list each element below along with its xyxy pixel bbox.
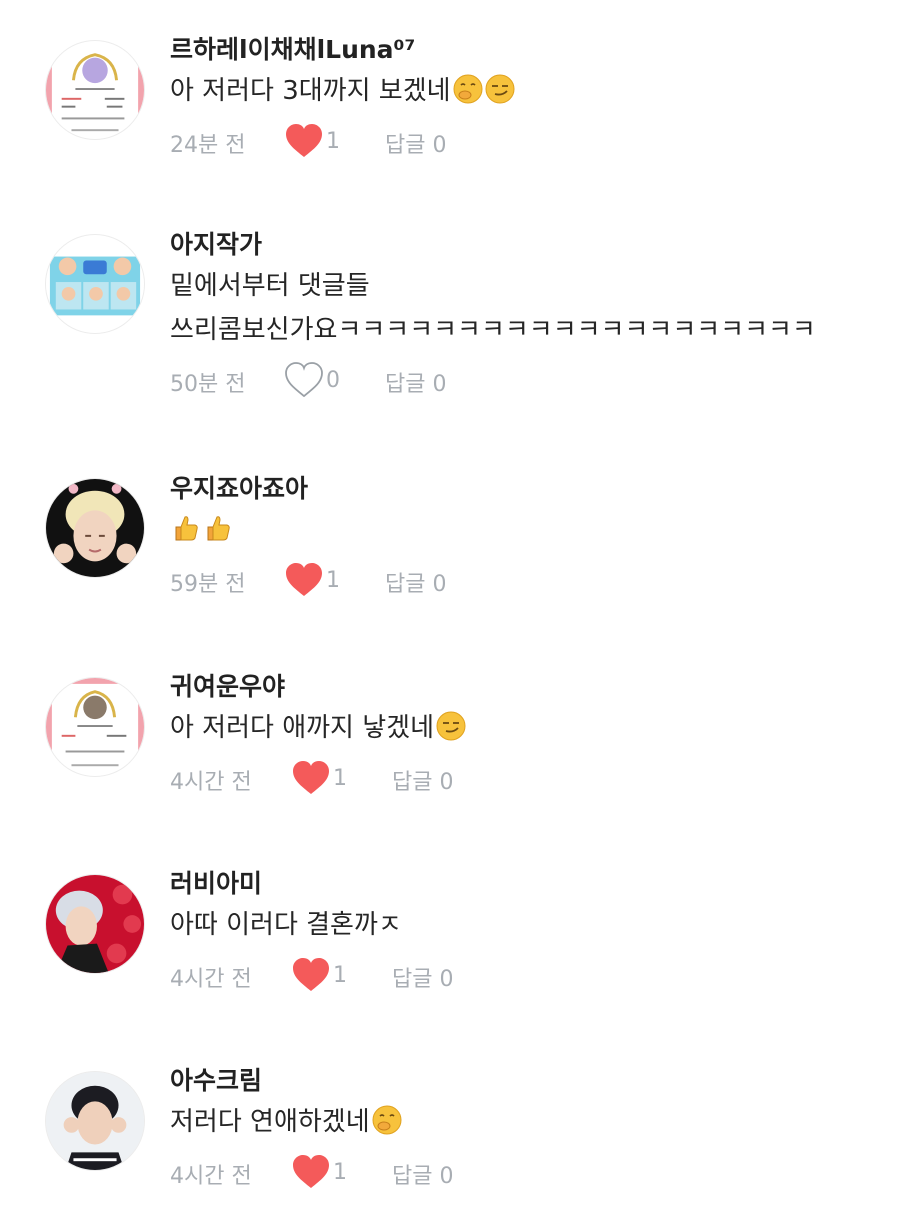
username[interactable]: 우지죠아죠아: [170, 474, 895, 504]
avatar[interactable]: [45, 40, 145, 140]
timestamp: 24분 전: [170, 133, 246, 158]
like-count: 1: [326, 567, 340, 593]
comment-meta: 4시간 전 1 답글 0: [170, 1150, 895, 1194]
avatar[interactable]: [45, 234, 145, 334]
comment-text: 아 저러다 애까지 낳겠네: [170, 706, 895, 750]
like-button[interactable]: 1: [284, 119, 340, 163]
avatar[interactable]: [45, 677, 145, 777]
comment-text: 저러다 연애하겠네: [170, 1100, 895, 1144]
reply-button[interactable]: 답글 0: [385, 566, 446, 598]
shushing-face-emoji: [453, 74, 483, 104]
heart-outline-icon: [285, 362, 323, 398]
like-button[interactable]: 1: [291, 756, 347, 800]
avatar-certificate-image: [46, 41, 144, 139]
reply-button[interactable]: 답글 0: [392, 1158, 453, 1190]
like-count: 1: [333, 765, 347, 791]
comment-body: 귀여운우야 아 저러다 애까지 낳겠네 4시간 전 1 답글 0: [170, 672, 895, 800]
comment-body: 우지죠아죠아 59분 전 1 답글 0: [170, 474, 895, 602]
comment-text: 아 저러다 3대까지 보겠네: [170, 69, 895, 113]
heart-filled-icon: [286, 563, 322, 596]
like-count: 1: [333, 962, 347, 988]
like-button[interactable]: 1: [291, 953, 347, 997]
shushing-face-emoji: [372, 1105, 402, 1135]
reply-button[interactable]: 답글 0: [385, 366, 446, 398]
like-count: 1: [333, 1159, 347, 1185]
comment-meta: 4시간 전 1 답글 0: [170, 953, 895, 997]
comment-text: 밑에서부터 댓글들: [170, 271, 370, 301]
heart-filled-icon: [293, 761, 329, 794]
username[interactable]: 아수크림: [170, 1066, 895, 1096]
timestamp: 59분 전: [170, 572, 246, 597]
like-count: 0: [326, 367, 340, 393]
smirking-face-emoji: [436, 711, 466, 741]
avatar[interactable]: [45, 874, 145, 974]
comment-meta: 59분 전 1 답글 0: [170, 558, 895, 602]
avatar-certificate-image: [46, 678, 144, 776]
comment-text: [170, 508, 895, 552]
avatar-photo-image: [46, 1072, 144, 1170]
avatar-photo-image: [46, 479, 144, 577]
comment-body: 아수크림 저러다 연애하겠네 4시간 전 1 답글 0: [170, 1066, 895, 1194]
timestamp: 4시간 전: [170, 770, 252, 795]
thumbs-up-emoji: [170, 513, 200, 543]
timestamp: 4시간 전: [170, 1164, 252, 1189]
comment-body: 르하레l이채채lLuna⁰⁷ 아 저러다 3대까지 보겠네 24분 전 1 답글…: [170, 35, 895, 163]
avatar[interactable]: [45, 1071, 145, 1171]
username[interactable]: 귀여운우야: [170, 672, 895, 702]
thumbs-up-emoji: [202, 513, 232, 543]
like-count: 1: [326, 128, 340, 154]
reply-button[interactable]: 답글 0: [385, 127, 446, 159]
comment-text: 쓰리콤보신가요ㅋㅋㅋㅋㅋㅋㅋㅋㅋㅋㅋㅋㅋㅋㅋㅋㅋㅋㅋㅋ: [170, 315, 816, 345]
comment-meta: 4시간 전 1 답글 0: [170, 756, 895, 800]
comment-meta: 50분 전 0 답글 0: [170, 358, 895, 402]
comment-body: 러비아미 아따 이러다 결혼까ㅈ 4시간 전 1 답글 0: [170, 869, 895, 997]
reply-button[interactable]: 답글 0: [392, 961, 453, 993]
reply-button[interactable]: 답글 0: [392, 764, 453, 796]
avatar-photo-image: [46, 875, 144, 973]
timestamp: 4시간 전: [170, 967, 252, 992]
avatar[interactable]: [45, 478, 145, 578]
avatar-illustration-image: [46, 235, 144, 333]
smirking-face-emoji: [485, 74, 515, 104]
timestamp: 50분 전: [170, 372, 246, 397]
heart-filled-icon: [293, 958, 329, 991]
username[interactable]: 아지작가: [170, 230, 895, 260]
heart-filled-icon: [286, 124, 322, 157]
like-button[interactable]: 0: [284, 358, 340, 402]
username[interactable]: 러비아미: [170, 869, 895, 899]
like-button[interactable]: 1: [284, 558, 340, 602]
comment-meta: 24분 전 1 답글 0: [170, 119, 895, 163]
like-button[interactable]: 1: [291, 1150, 347, 1194]
comment-text: 아따 이러다 결혼까ㅈ: [170, 910, 402, 940]
username[interactable]: 르하레l이채채lLuna⁰⁷: [170, 35, 895, 65]
comment-body: 아지작가 밑에서부터 댓글들 쓰리콤보신가요ㅋㅋㅋㅋㅋㅋㅋㅋㅋㅋㅋㅋㅋㅋㅋㅋㅋㅋ…: [170, 230, 895, 402]
heart-filled-icon: [293, 1155, 329, 1188]
